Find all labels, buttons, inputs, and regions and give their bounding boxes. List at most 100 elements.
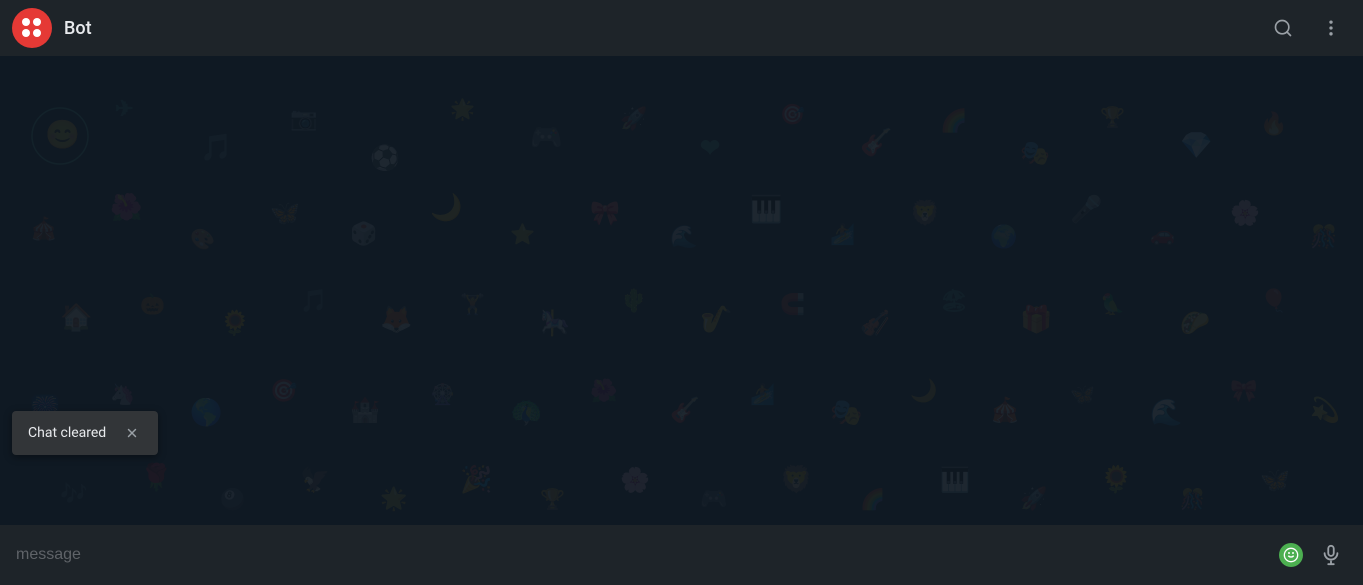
snackbar-message: Chat cleared: [28, 425, 106, 441]
svg-text:🌙: 🌙: [430, 192, 462, 223]
voice-message-button[interactable]: [1311, 535, 1351, 575]
message-input[interactable]: [12, 538, 1271, 572]
close-icon: [125, 426, 139, 440]
more-vert-icon: [1321, 18, 1341, 38]
svg-text:🎻: 🎻: [860, 309, 890, 337]
more-options-button[interactable]: [1311, 8, 1351, 48]
svg-text:🎡: 🎡: [430, 382, 455, 406]
svg-text:🌹: 🌹: [140, 461, 172, 493]
svg-text:🦁: 🦁: [910, 199, 940, 227]
input-bar: [0, 525, 1363, 585]
svg-text:🚀: 🚀: [620, 106, 647, 132]
svg-text:🏰: 🏰: [350, 396, 380, 424]
svg-text:🎸: 🎸: [670, 396, 700, 424]
svg-text:🏋: 🏋: [460, 292, 485, 316]
svg-text:🌸: 🌸: [1230, 199, 1260, 227]
svg-text:🎪: 🎪: [30, 216, 57, 242]
svg-text:🦅: 🦅: [300, 465, 330, 494]
svg-text:🎪: 🎪: [990, 396, 1020, 424]
snackbar: Chat cleared: [12, 411, 158, 455]
svg-text:🏆: 🏆: [540, 487, 565, 511]
svg-text:🎃: 🎃: [140, 292, 165, 316]
svg-text:🌈: 🌈: [940, 107, 967, 134]
avatar-dot-4: [33, 29, 41, 37]
svg-text:🎀: 🎀: [1230, 379, 1257, 404]
svg-text:🌵: 🌵: [620, 288, 647, 314]
svg-text:📷: 📷: [290, 107, 317, 132]
chat-background: 😊 ✈ 🎵 📷 ⚽ 🌟 🎮 🚀 ❤ 🎯 🎸 🌈 🎭 🏆 💎 🔥 🎪 🌺 🎨 🦋 …: [0, 56, 1363, 525]
svg-text:🏠: 🏠: [60, 303, 92, 333]
svg-text:🦊: 🦊: [380, 305, 412, 335]
svg-text:🎀: 🎀: [590, 199, 620, 227]
svg-text:🎯: 🎯: [270, 378, 297, 404]
svg-text:💎: 💎: [1180, 131, 1212, 161]
snackbar-close-button[interactable]: [122, 423, 142, 443]
svg-text:🌍: 🌍: [990, 224, 1017, 250]
svg-text:🎁: 🎁: [1020, 304, 1052, 335]
svg-text:🎹: 🎹: [940, 466, 970, 494]
svg-text:🎷: 🎷: [700, 305, 732, 335]
mic-icon: [1320, 544, 1342, 566]
avatar: [12, 8, 52, 48]
svg-text:🎱: 🎱: [220, 486, 245, 511]
avatar-icon: [22, 18, 42, 38]
svg-text:🌟: 🌟: [380, 486, 407, 512]
svg-text:🏖: 🏖: [940, 289, 968, 314]
svg-text:🏄: 🏄: [750, 382, 775, 406]
svg-text:🎶: 🎶: [60, 481, 87, 507]
svg-text:😊: 😊: [45, 118, 80, 151]
svg-text:🌸: 🌸: [620, 466, 650, 494]
avatar-dot-3: [22, 29, 30, 37]
svg-text:🏆: 🏆: [1100, 105, 1125, 129]
svg-text:🎮: 🎮: [700, 487, 727, 512]
svg-text:🏄: 🏄: [830, 222, 855, 246]
svg-text:🔥: 🔥: [1260, 111, 1287, 137]
svg-text:🌻: 🌻: [220, 309, 250, 337]
search-button[interactable]: [1263, 8, 1303, 48]
svg-text:🎭: 🎭: [830, 398, 862, 428]
svg-text:🎮: 🎮: [530, 123, 562, 153]
svg-text:🌮: 🌮: [1180, 309, 1210, 337]
svg-text:🦁: 🦁: [780, 464, 812, 495]
header: Bot: [0, 0, 1363, 56]
svg-text:🌺: 🌺: [590, 378, 617, 404]
svg-text:🎉: 🎉: [460, 464, 492, 495]
svg-text:🎯: 🎯: [780, 102, 805, 126]
svg-text:🦜: 🦜: [1100, 292, 1125, 316]
svg-text:✈: ✈: [115, 97, 133, 122]
svg-text:🎊: 🎊: [1180, 487, 1205, 511]
svg-text:🚀: 🚀: [1020, 486, 1047, 512]
svg-text:🎲: 🎲: [350, 221, 377, 247]
svg-text:🧲: 🧲: [780, 292, 805, 316]
header-actions: [1263, 8, 1351, 48]
svg-text:🌊: 🌊: [670, 224, 697, 250]
search-icon: [1273, 18, 1293, 38]
svg-text:🎵: 🎵: [300, 288, 327, 314]
svg-text:🦋: 🦋: [270, 199, 300, 227]
svg-text:🎸: 🎸: [860, 127, 892, 158]
svg-text:🌊: 🌊: [1150, 397, 1182, 428]
svg-text:🦋: 🦋: [1070, 382, 1095, 406]
svg-text:🚗: 🚗: [1150, 222, 1175, 246]
emoji-button[interactable]: [1279, 543, 1303, 567]
svg-text:🦚: 🦚: [510, 398, 542, 428]
svg-text:🎭: 🎭: [1020, 139, 1050, 167]
avatar-dot-2: [33, 18, 41, 26]
chat-title: Bot: [64, 18, 1263, 39]
svg-text:⭐: ⭐: [510, 222, 535, 246]
svg-text:🌻: 🌻: [1100, 464, 1132, 495]
svg-text:🦋: 🦋: [1260, 466, 1290, 494]
svg-text:🎠: 🎠: [540, 309, 570, 337]
emoji-icon: [1283, 547, 1299, 563]
svg-text:🌎: 🌎: [190, 397, 222, 428]
svg-text:🌺: 🌺: [110, 192, 142, 223]
avatar-dot-1: [22, 18, 30, 26]
svg-text:🌈: 🌈: [860, 487, 885, 511]
svg-text:❤: ❤: [700, 134, 720, 162]
svg-text:⚽: ⚽: [369, 144, 400, 172]
svg-text:🎤: 🎤: [1070, 193, 1102, 225]
svg-text:🎵: 🎵: [200, 133, 232, 163]
svg-text:🎈: 🎈: [1260, 287, 1287, 314]
chat-area: 😊 ✈ 🎵 📷 ⚽ 🌟 🎮 🚀 ❤ 🎯 🎸 🌈 🎭 🏆 💎 🔥 🎪 🌺 🎨 🦋 …: [0, 56, 1363, 525]
svg-text:💫: 💫: [1310, 396, 1340, 425]
